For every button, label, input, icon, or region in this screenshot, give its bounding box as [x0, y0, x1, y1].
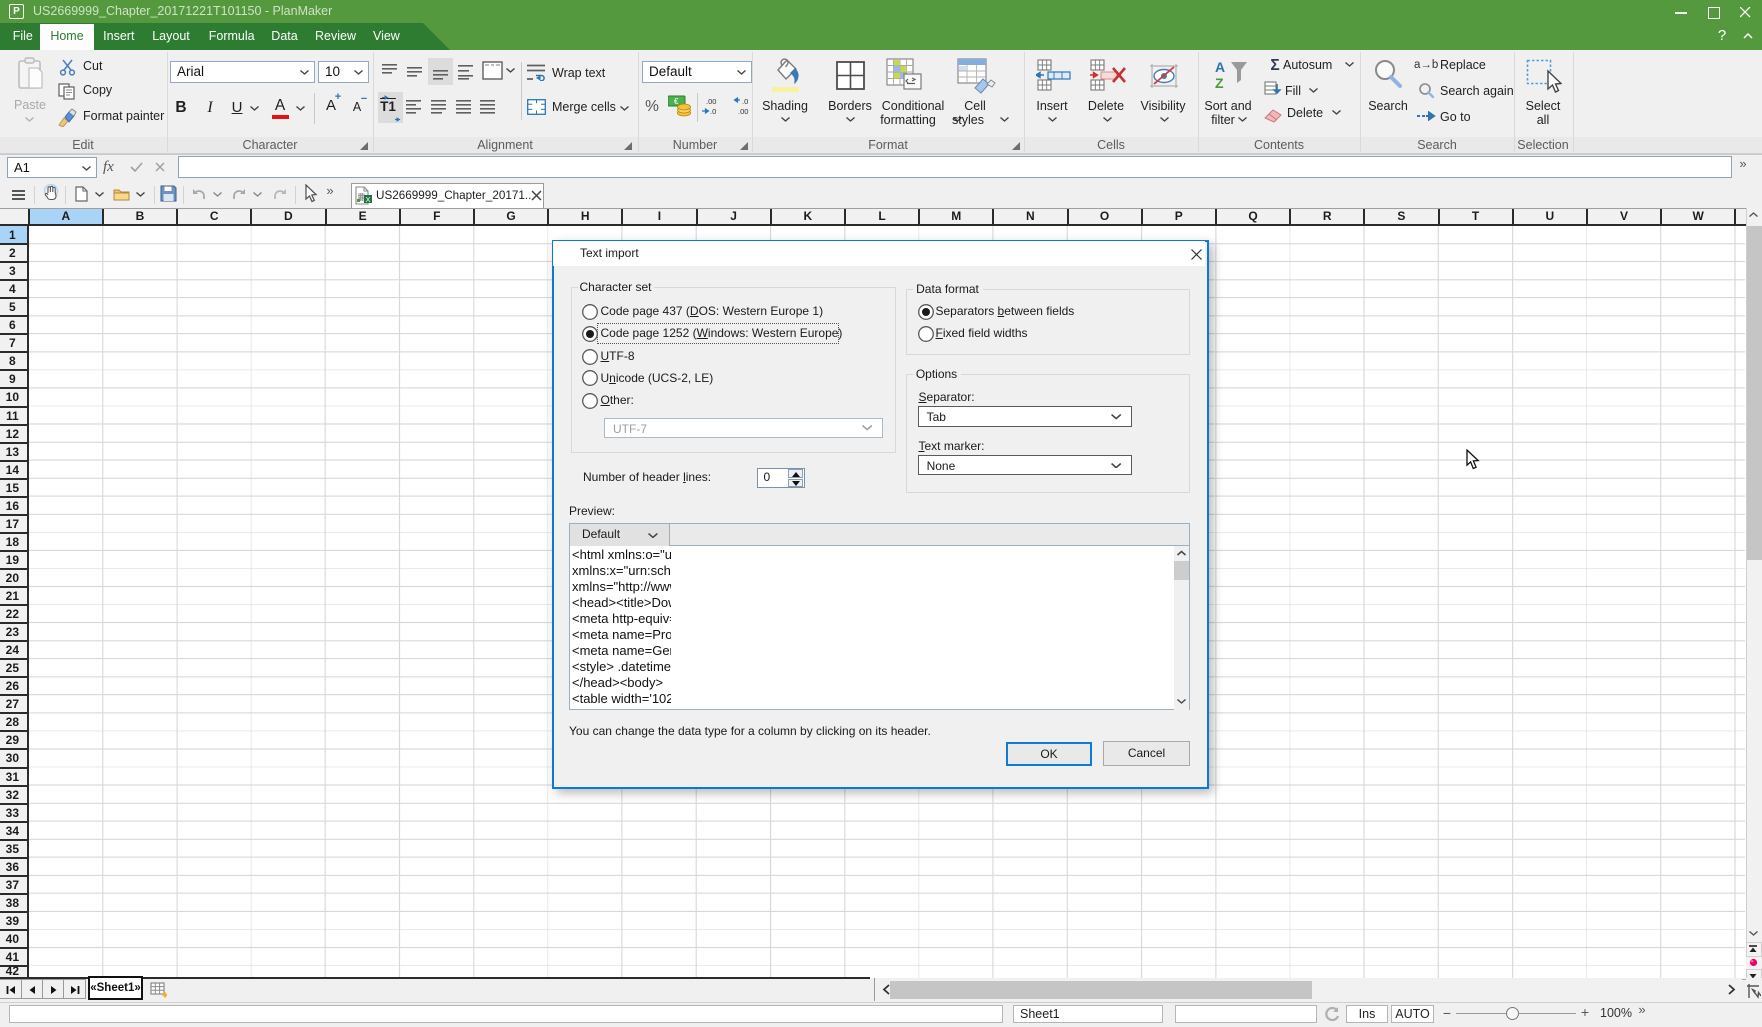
svg-text:.00: .00	[706, 97, 716, 106]
svg-text:X: X	[366, 195, 371, 204]
svg-text:Z: Z	[1215, 75, 1224, 91]
svg-text:A: A	[1215, 59, 1225, 75]
svg-text:.0: .0	[742, 97, 748, 106]
svg-text:.0: .0	[710, 107, 716, 116]
svg-text:€: €	[674, 97, 679, 106]
svg-text:.00: .00	[738, 107, 748, 116]
